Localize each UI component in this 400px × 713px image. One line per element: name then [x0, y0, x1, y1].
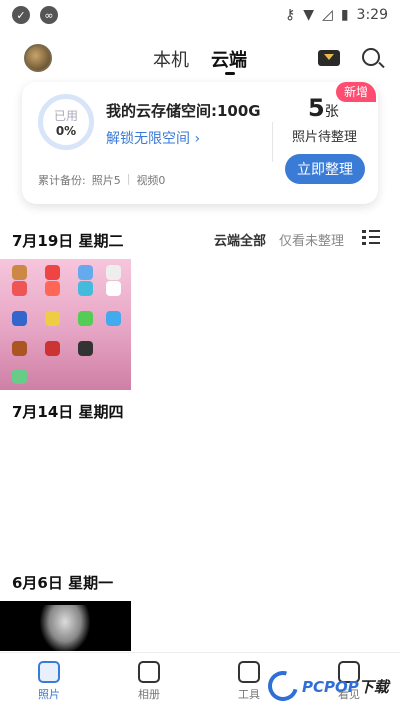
- app-icon: [12, 311, 27, 326]
- figure-image: [40, 605, 90, 651]
- top-header: 本机 云端: [0, 38, 400, 80]
- watermark-brand: PCPOP: [302, 677, 359, 696]
- app-icon: [45, 311, 60, 326]
- photo-thumbnail[interactable]: [0, 601, 131, 651]
- section-date-3: 6月6日 星期一: [12, 574, 114, 592]
- app-icon: [12, 341, 27, 356]
- app-icon: [12, 265, 27, 280]
- nav-albums[interactable]: 相册: [119, 661, 179, 702]
- ring-percent: 0%: [55, 123, 77, 138]
- album-icon: [138, 661, 160, 683]
- tab-cloud[interactable]: 云端: [211, 46, 247, 72]
- toolbox-icon: [238, 661, 260, 683]
- app-icon: [45, 265, 60, 280]
- pending-unit: 张: [324, 104, 339, 120]
- watermark-text: PCPOP下载: [302, 676, 389, 697]
- usage-ring: 已用 0%: [38, 94, 94, 150]
- app-icon: [106, 311, 121, 326]
- layout-toggle-icon[interactable]: [362, 230, 380, 246]
- organize-now-button[interactable]: 立即整理: [285, 154, 365, 184]
- app-icon: [106, 265, 121, 280]
- app-icon: [78, 265, 93, 280]
- cloud-storage-card: 已用 0% 我的云存储空间:100G 解锁无限空间 › 累计备份: 照片5 | …: [22, 82, 378, 204]
- avatar[interactable]: [24, 44, 52, 72]
- app-icon: [78, 341, 93, 356]
- summary-videos: 视频0: [136, 174, 166, 187]
- app-icon: [106, 281, 121, 296]
- pending-count: 5张: [308, 94, 339, 122]
- summary-backup-label: 累计备份:: [38, 174, 86, 187]
- app-icon: [12, 281, 27, 296]
- app-icon: [45, 281, 60, 296]
- wifi-icon: ▼: [303, 7, 315, 23]
- nav-photos[interactable]: 照片: [19, 661, 79, 702]
- shield-check-icon: ✓: [12, 6, 30, 24]
- no-signal-icon: ◿: [322, 7, 333, 23]
- nav-label: 照片: [38, 688, 60, 701]
- watermark-suffix: 下载: [358, 677, 389, 696]
- battery-charging-icon: ▮: [340, 7, 349, 23]
- search-icon[interactable]: [362, 48, 380, 66]
- card-divider: [272, 122, 273, 162]
- storage-title: 我的云存储空间:100G: [106, 102, 261, 120]
- app-icon: [12, 369, 27, 384]
- ca-app-icon: ∞: [40, 6, 58, 24]
- backup-summary: 累计备份: 照片5 | 视频0: [38, 172, 165, 188]
- status-bar: ✓ ∞ ⚷ ▼ ◿ ▮ 3:29: [0, 0, 400, 30]
- nav-label: 工具: [238, 688, 260, 701]
- pcpop-logo-icon: [262, 665, 304, 707]
- photo-icon: [38, 661, 60, 683]
- tab-indicator: [225, 72, 235, 75]
- photo-thumbnail[interactable]: [0, 259, 131, 390]
- summary-separator: |: [126, 172, 131, 185]
- pcpop-watermark: PCPOP下载: [262, 665, 398, 707]
- app-icon: [45, 341, 60, 356]
- nav-label: 相册: [138, 688, 160, 701]
- unlock-unlimited-link[interactable]: 解锁无限空间 ›: [106, 128, 200, 148]
- pending-label: 照片待整理: [292, 130, 358, 145]
- key-icon: ⚷: [285, 7, 296, 23]
- section-date-2: 7月14日 星期四: [12, 403, 124, 421]
- filter-unorganized[interactable]: 仅看未整理: [279, 230, 344, 249]
- app-icon: [78, 311, 93, 326]
- section-date-1: 7月19日 星期二: [12, 232, 124, 250]
- tab-local[interactable]: 本机: [153, 46, 189, 72]
- status-time: 3:29: [356, 7, 388, 23]
- summary-photos: 照片5: [91, 174, 121, 187]
- ring-label: 已用: [53, 108, 78, 123]
- filter-cloud-all[interactable]: 云端全部: [214, 230, 266, 249]
- mail-icon[interactable]: [318, 50, 340, 66]
- app-icon: [78, 281, 93, 296]
- new-badge: 新增: [336, 82, 377, 102]
- pending-number: 5: [308, 94, 325, 122]
